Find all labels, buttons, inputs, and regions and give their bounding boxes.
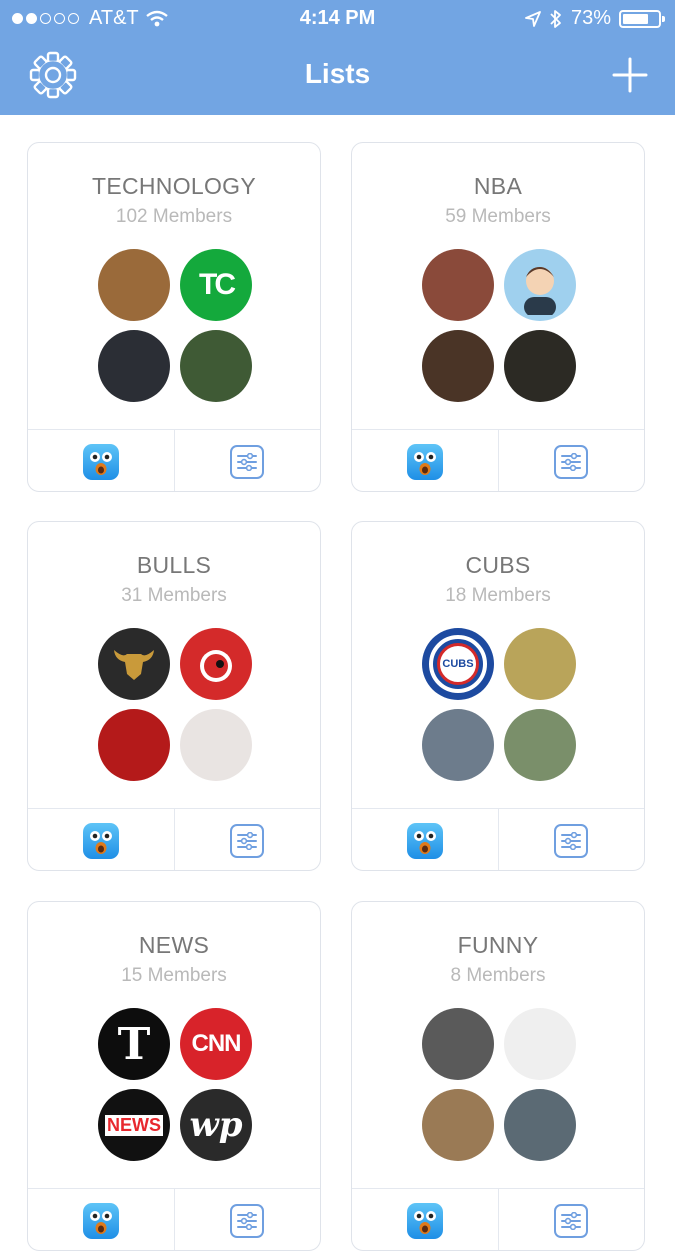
photo-avatar [422,1008,494,1080]
list-title: CUBS [465,552,531,578]
status-bar: AT&T 4:14 PM 73% [0,0,675,38]
member-count: 59 Members [445,206,551,227]
list-title: BULLS [136,552,212,578]
page-title: Lists [304,58,371,89]
open-in-tweetbot-button[interactable] [352,1189,498,1250]
status-right: 73% [525,7,665,30]
tweetbot-icon [406,444,443,480]
battery-percent: 73% [570,7,611,29]
list-card[interactable]: NBA 59 Members [351,142,645,492]
card-actions [352,429,645,491]
photo-avatar [180,709,252,781]
cubs-logo-avatar: CUBS [422,628,494,700]
nav-bar: AT&T 4:14 PM 73% Lists [0,0,675,115]
card-actions [28,1188,321,1250]
bulls-logo-avatar [98,628,170,700]
list-settings-button[interactable] [497,1189,645,1250]
card-actions [352,1188,645,1250]
bull-mascot-avatar [180,628,252,700]
list-settings-icon [230,1204,265,1238]
list-settings-icon [230,824,265,858]
list-settings-icon [230,445,265,479]
list-card[interactable]: BULLS 31 Members [27,521,321,871]
location-arrow-icon [525,10,541,27]
tweetbot-icon [406,1203,443,1239]
open-in-tweetbot-button[interactable] [28,1189,174,1250]
list-settings-button[interactable] [497,430,645,491]
list-title: TECHNOLOGY [91,173,257,199]
photo-avatar [422,249,494,321]
tweetbot-icon [82,1203,119,1239]
list-settings-button[interactable] [173,809,321,870]
card-actions [28,808,321,870]
open-in-tweetbot-button[interactable] [352,430,498,491]
list-card[interactable]: FUNNY 8 Members [351,901,645,1251]
photo-avatar [98,330,170,402]
list-settings-button[interactable] [173,430,321,491]
tweetbot-icon [406,823,443,859]
list-title: NBA [473,173,523,199]
cartoon-avatar [504,249,576,321]
cnn-logo-avatar: CNN [180,1008,252,1080]
member-count: 31 Members [121,585,227,606]
open-in-tweetbot-button[interactable] [28,430,174,491]
bluetooth-icon [550,9,561,28]
card-actions [352,808,645,870]
photo-avatar [504,628,576,700]
washington-post-logo-avatar: wp [180,1089,252,1161]
list-title: FUNNY [457,932,539,958]
nyt-logo-avatar: T [98,1008,170,1080]
photo-avatar [422,330,494,402]
photo-avatar [422,1089,494,1161]
photo-avatar [180,330,252,402]
plus-icon[interactable] [610,55,650,95]
photo-avatar [504,330,576,402]
list-card[interactable]: NEWS 15 Members T CNN NEWS wp [27,901,321,1251]
photo-avatar [504,1008,576,1080]
techcrunch-logo-avatar: TC [180,249,252,321]
list-settings-icon [554,445,589,479]
member-count: 102 Members [115,206,233,227]
photo-avatar [98,249,170,321]
photo-avatar [98,709,170,781]
tweetbot-icon [82,444,119,480]
photo-avatar [504,709,576,781]
list-title: NEWS [138,932,210,958]
list-settings-icon [554,1204,589,1238]
list-card[interactable]: TECHNOLOGY 102 Members TC [27,142,321,492]
photo-avatar [504,1089,576,1161]
list-settings-icon [554,824,589,858]
member-count: 15 Members [121,965,227,986]
member-count: 18 Members [445,585,551,606]
tweetbot-icon [82,823,119,859]
photo-avatar [422,709,494,781]
buzzfeed-news-logo-avatar: NEWS [98,1089,170,1161]
battery-icon [619,9,665,28]
member-count: 8 Members [450,965,546,986]
list-settings-button[interactable] [173,1189,321,1250]
card-actions [28,429,321,491]
list-settings-button[interactable] [497,809,645,870]
open-in-tweetbot-button[interactable] [352,809,498,870]
list-card[interactable]: CUBS 18 Members CUBS [351,521,645,871]
open-in-tweetbot-button[interactable] [28,809,174,870]
